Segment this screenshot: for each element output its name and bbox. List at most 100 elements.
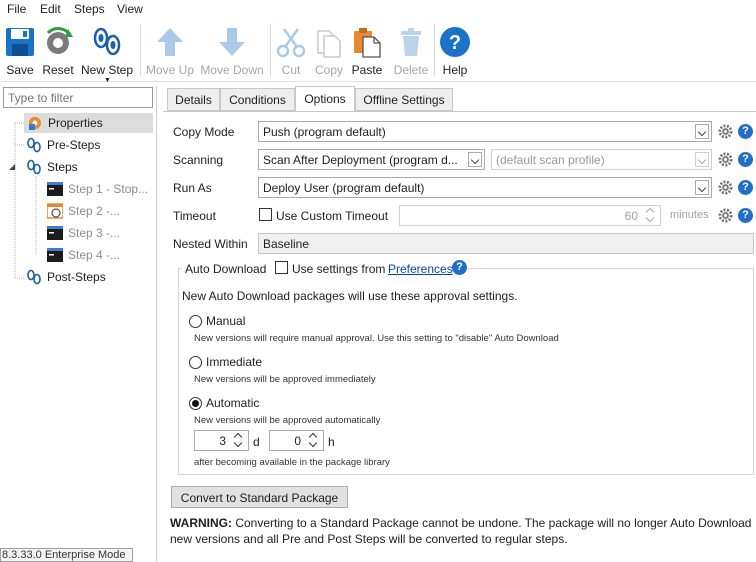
delete-button[interactable]: Delete: [392, 22, 430, 78]
stepper-arrows-icon[interactable]: [643, 207, 658, 224]
immediate-label: Immediate: [206, 355, 263, 369]
manual-radio[interactable]: [189, 315, 202, 328]
timeout-label: Timeout: [173, 209, 216, 223]
menu-steps[interactable]: Steps: [74, 2, 105, 16]
chevron-down-icon: [695, 124, 709, 139]
paste-icon: [354, 28, 381, 58]
tab-options[interactable]: Options: [295, 86, 355, 112]
manual-label: Manual: [206, 314, 246, 328]
help-icon[interactable]: ?: [452, 260, 467, 275]
collapse-arrow-icon[interactable]: ◢: [9, 162, 15, 171]
automatic-radio[interactable]: [189, 397, 202, 410]
help-icon[interactable]: ?: [738, 208, 753, 223]
version-status: 8.3.33.0 Enterprise Mode: [0, 548, 133, 562]
scanning-select[interactable]: Scan After Deployment (program d...: [258, 149, 485, 170]
toolbar-separator: [140, 24, 141, 76]
menu-view[interactable]: View: [117, 2, 143, 16]
nested-within-label: Nested Within: [173, 237, 248, 251]
tab-conditions[interactable]: Conditions: [220, 88, 295, 111]
reset-icon: [46, 27, 73, 54]
help-icon[interactable]: ?: [738, 124, 753, 139]
hours-stepper[interactable]: 0: [269, 430, 324, 451]
footprints-icon: [93, 27, 121, 56]
move-up-button[interactable]: Move Up: [144, 22, 196, 78]
preferences-link[interactable]: Preferences: [388, 262, 453, 276]
tab-details[interactable]: Details: [167, 88, 220, 111]
warning-prefix: WARNING:: [170, 516, 232, 530]
copy-mode-label: Copy Mode: [173, 125, 235, 139]
cut-button[interactable]: Cut: [276, 22, 306, 78]
gear-icon[interactable]: [718, 180, 733, 195]
timer-icon: [47, 203, 63, 219]
manual-description: New versions will require manual approva…: [194, 333, 559, 344]
tree-item-step-2[interactable]: Step 2 -...: [47, 201, 120, 221]
toolbar-separator: [434, 24, 435, 76]
console-icon: [47, 226, 63, 240]
chevron-down-icon: [468, 152, 482, 167]
days-stepper[interactable]: 3: [194, 430, 249, 451]
tab-offline-settings[interactable]: Offline Settings: [355, 88, 453, 111]
tree-item-step-1[interactable]: Step 1 - Stop...: [47, 179, 148, 199]
hours-unit: h: [328, 435, 335, 449]
svg-text:?: ?: [449, 32, 461, 54]
automatic-label: Automatic: [206, 396, 260, 410]
gear-icon[interactable]: [718, 152, 733, 167]
filter-input[interactable]: [3, 87, 153, 108]
arrow-up-icon: [157, 28, 183, 56]
tree-item-post-steps[interactable]: Post-Steps: [26, 267, 106, 287]
console-icon: [47, 182, 63, 196]
scan-profile-select[interactable]: (default scan profile): [491, 149, 712, 170]
tree-item-step-3[interactable]: Step 3 -...: [47, 223, 120, 243]
gear-icon[interactable]: [718, 124, 733, 139]
chevron-down-icon: [695, 152, 709, 167]
custom-timeout-checkbox[interactable]: [259, 208, 272, 221]
footprints-icon: [27, 159, 41, 175]
automatic-description: New versions will be approved automatica…: [194, 415, 381, 426]
convert-to-standard-button[interactable]: Convert to Standard Package: [171, 486, 348, 508]
stepper-arrows-icon[interactable]: [306, 432, 321, 449]
reset-button[interactable]: Reset: [40, 22, 76, 78]
menu-file[interactable]: File: [7, 2, 26, 16]
timeout-stepper[interactable]: 60: [399, 205, 661, 226]
menu-edit[interactable]: Edit: [40, 2, 61, 16]
custom-timeout-label: Use Custom Timeout: [276, 209, 389, 223]
copy-mode-select[interactable]: Push (program default): [258, 121, 712, 142]
save-icon: [6, 28, 34, 56]
auto-download-intro: New Auto Download packages will use thes…: [182, 289, 518, 303]
paste-button[interactable]: Paste: [350, 22, 384, 78]
after-available-text: after becoming available in the package …: [194, 457, 390, 468]
use-settings-label: Use settings from: [292, 262, 386, 276]
help-icon: ?: [440, 27, 470, 57]
properties-icon: [29, 117, 41, 130]
tab-divider: [163, 111, 756, 112]
footprints-icon: [27, 137, 41, 153]
chevron-down-icon: [695, 180, 709, 195]
gear-icon[interactable]: [718, 208, 733, 223]
immediate-radio[interactable]: [189, 356, 202, 369]
toolbar: Save Reset New Step ▼ Move Up Move Down: [0, 18, 756, 84]
run-as-select[interactable]: Deploy User (program default): [258, 177, 712, 198]
new-step-button[interactable]: New Step ▼: [80, 22, 134, 84]
arrow-down-icon: [219, 28, 245, 56]
dropdown-arrow-icon: ▼: [104, 77, 111, 84]
nested-within-field: Baseline: [258, 233, 754, 254]
tree-item-steps[interactable]: Steps: [26, 157, 78, 177]
console-icon: [47, 248, 63, 262]
days-unit: d: [253, 435, 260, 449]
copy-button[interactable]: Copy: [312, 22, 346, 78]
help-icon[interactable]: ?: [738, 180, 753, 195]
scissors-icon: [276, 28, 306, 58]
tree-item-pre-steps[interactable]: Pre-Steps: [26, 135, 100, 155]
panel-divider[interactable]: [156, 86, 157, 562]
move-down-button[interactable]: Move Down: [199, 22, 265, 78]
tree-item-step-4[interactable]: Step 4 -...: [47, 245, 120, 265]
help-button[interactable]: ? Help: [438, 22, 472, 78]
use-settings-checkbox[interactable]: [275, 261, 288, 274]
tree-item-properties[interactable]: Properties: [24, 113, 153, 133]
trash-icon: [401, 28, 421, 56]
stepper-arrows-icon[interactable]: [231, 432, 246, 449]
save-button[interactable]: Save: [4, 22, 36, 78]
warning-body: Converting to a Standard Package cannot …: [170, 516, 752, 546]
help-icon[interactable]: ?: [738, 152, 753, 167]
immediate-description: New versions will be approved immediatel…: [194, 374, 376, 385]
